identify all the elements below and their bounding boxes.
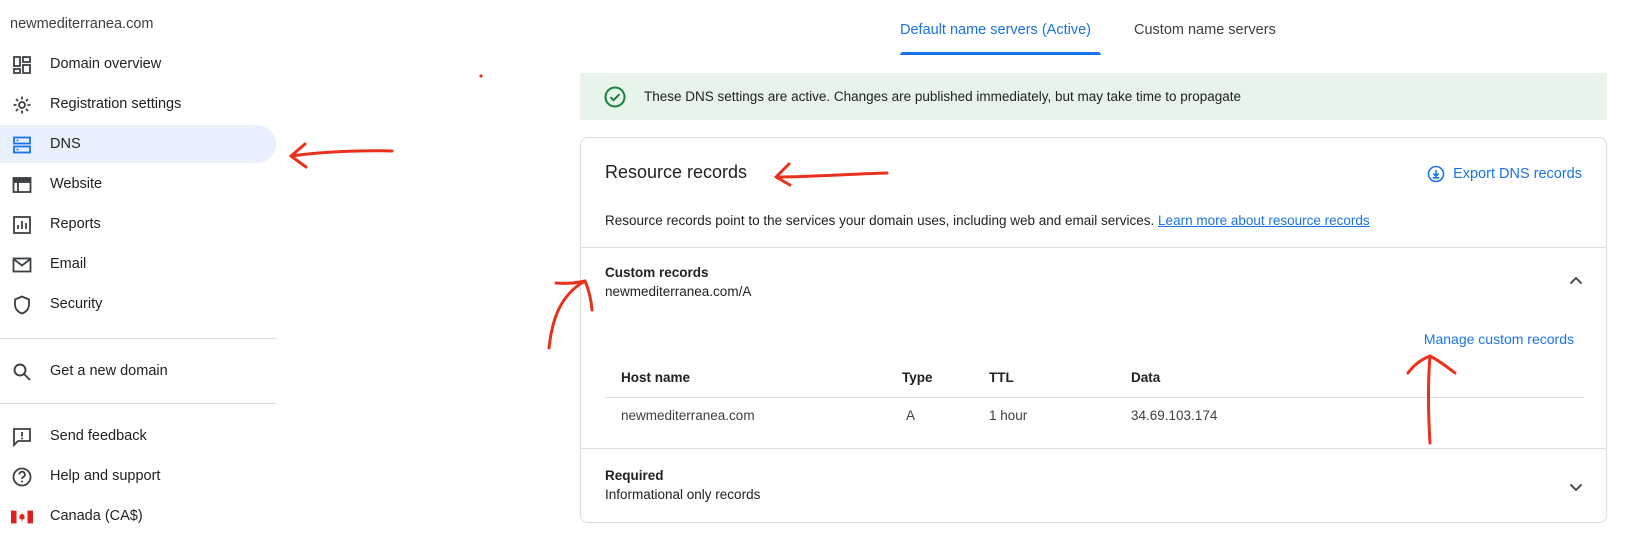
- help-support-button[interactable]: Help and support: [0, 457, 276, 495]
- cell-data: 34.69.103.174: [1131, 408, 1218, 423]
- sidebar-item-registration-settings[interactable]: Registration settings: [0, 85, 276, 123]
- sidebar-item-label: DNS: [50, 136, 81, 152]
- gear-icon: [11, 94, 33, 116]
- tab-custom-name-servers[interactable]: Custom name servers: [1134, 22, 1276, 38]
- sidebar-item-label: Security: [50, 296, 103, 312]
- required-records-subtitle: Informational only records: [605, 487, 761, 502]
- column-header-host-name: Host name: [621, 370, 691, 385]
- column-header-data: Data: [1131, 370, 1161, 385]
- sidebar-item-domain-overview[interactable]: Domain overview: [0, 45, 276, 83]
- custom-records-title: Custom records: [605, 265, 709, 280]
- column-header-type: Type: [902, 370, 933, 385]
- column-header-ttl: TTL: [989, 370, 1014, 385]
- sidebar-item-label: Domain overview: [50, 56, 162, 72]
- manage-custom-records-link[interactable]: Manage custom records: [1424, 331, 1574, 347]
- feedback-icon: [11, 426, 33, 448]
- resource-records-card: Resource records Export DNS records Reso…: [580, 137, 1607, 523]
- canada-flag-icon: [11, 506, 33, 528]
- resource-records-title: Resource records: [605, 162, 748, 182]
- cell-ttl: 1 hour: [989, 408, 1028, 423]
- custom-records-header: Custom records newmediterranea.com/A: [605, 265, 751, 299]
- custom-records-subtitle: newmediterranea.com/A: [605, 284, 752, 299]
- description-text: Resource records point to the services y…: [605, 213, 1155, 228]
- cell-host-name: newmediterranea.com: [621, 408, 755, 423]
- export-dns-records-label: Export DNS records: [1453, 166, 1582, 182]
- resource-records-description: Resource records point to the services y…: [605, 213, 1370, 228]
- get-new-domain-label: Get a new domain: [50, 363, 168, 379]
- download-icon: [1427, 165, 1445, 183]
- dns-icon: [11, 134, 33, 156]
- sidebar-item-label: Email: [50, 256, 87, 272]
- help-icon: [11, 466, 33, 488]
- required-records-header: Required Informational only records: [605, 468, 760, 502]
- cell-type: A: [906, 408, 916, 423]
- sidebar-item-label: Website: [50, 176, 103, 192]
- send-feedback-button[interactable]: Send feedback: [0, 417, 276, 455]
- help-support-label: Help and support: [50, 468, 161, 484]
- sidebar-item-website[interactable]: Website: [0, 165, 276, 203]
- sidebar: newmediterranea.com Domain overview Regi…: [0, 0, 276, 535]
- domain-name: newmediterranea.com: [10, 16, 154, 32]
- get-new-domain-button[interactable]: Get a new domain: [0, 352, 276, 390]
- annotation-dot: [479, 74, 483, 78]
- sidebar-item-dns[interactable]: DNS: [0, 125, 276, 163]
- sidebar-item-email[interactable]: Email: [0, 245, 276, 283]
- learn-more-link[interactable]: Learn more about resource records: [1158, 213, 1370, 228]
- required-records-title: Required: [605, 468, 664, 483]
- email-icon: [11, 254, 33, 276]
- website-icon: [11, 174, 33, 196]
- sidebar-item-reports[interactable]: Reports: [0, 205, 276, 243]
- sidebar-divider: [0, 338, 276, 339]
- sidebar-item-security[interactable]: Security: [0, 285, 276, 323]
- reports-icon: [11, 214, 33, 236]
- card-divider: [581, 247, 1606, 248]
- send-feedback-label: Send feedback: [50, 428, 147, 444]
- currency-selector[interactable]: Canada (CA$): [0, 497, 276, 535]
- check-circle-icon: [604, 86, 626, 113]
- card-divider: [581, 448, 1606, 449]
- search-icon: [11, 361, 33, 383]
- tab-default-name-servers[interactable]: Default name servers (Active): [900, 22, 1091, 38]
- table-header-divider: [605, 397, 1583, 398]
- dashboard-icon: [11, 54, 33, 76]
- annotation-arrow-dns: [289, 142, 394, 169]
- shield-icon: [11, 294, 33, 316]
- sidebar-item-label: Registration settings: [50, 96, 182, 112]
- banner-message: These DNS settings are active. Changes a…: [644, 89, 1242, 104]
- sidebar-divider: [0, 403, 276, 404]
- currency-label: Canada (CA$): [50, 508, 143, 524]
- active-tab-indicator: [900, 52, 1101, 55]
- chevron-down-icon[interactable]: [1564, 475, 1588, 499]
- sidebar-item-label: Reports: [50, 216, 101, 232]
- dns-active-banner: These DNS settings are active. Changes a…: [580, 73, 1607, 120]
- export-dns-records-button[interactable]: Export DNS records: [1427, 165, 1582, 183]
- chevron-up-icon[interactable]: [1564, 268, 1588, 292]
